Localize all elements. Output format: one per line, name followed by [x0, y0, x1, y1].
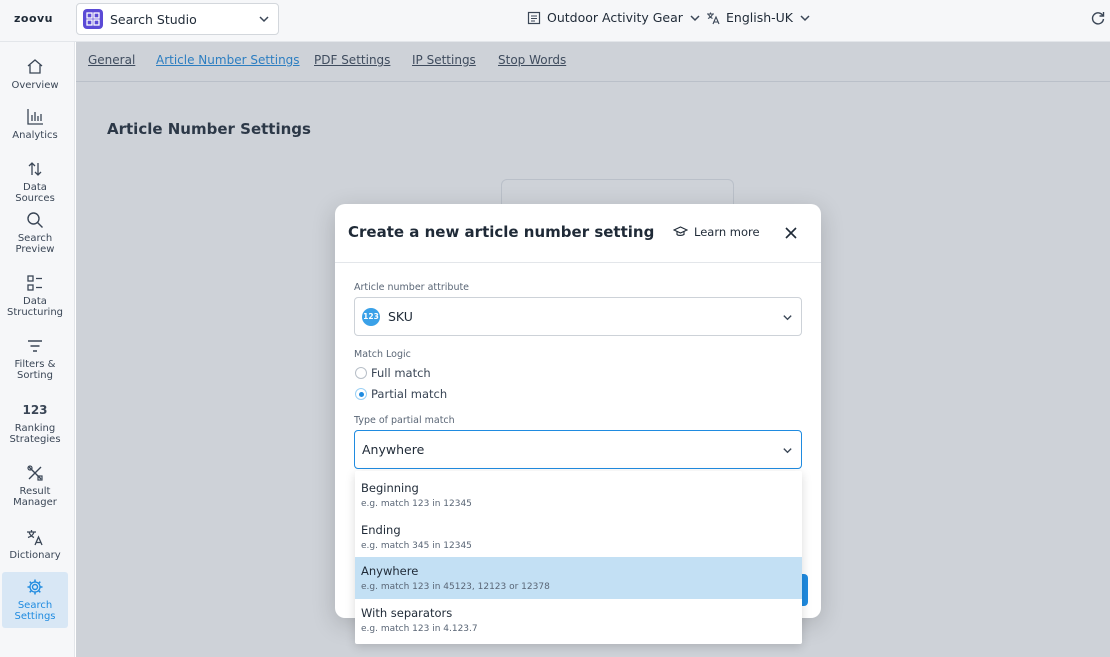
- attribute-value: SKU: [388, 309, 413, 324]
- sidebar-item-analytics[interactable]: Analytics: [2, 106, 68, 141]
- tools-icon: [27, 465, 43, 481]
- primary-button[interactable]: [802, 574, 808, 606]
- project-selector[interactable]: Outdoor Activity Gear: [527, 10, 701, 25]
- learn-more-link[interactable]: Learn more: [673, 225, 760, 239]
- chevron-down-icon: [783, 448, 792, 454]
- partial-type-value: Anywhere: [362, 442, 425, 457]
- option-title: With separators: [361, 606, 453, 620]
- graduation-cap-icon: [673, 226, 688, 236]
- language-name: English-UK: [726, 10, 793, 25]
- sidebar-item-label: Filters & Sorting: [14, 359, 56, 381]
- chevron-down-icon: [800, 14, 810, 21]
- app-selector[interactable]: Search Studio: [76, 3, 279, 35]
- sidebar-item-result-manager[interactable]: Result Manager: [2, 462, 68, 508]
- attribute-label: Article number attribute: [354, 282, 470, 293]
- sidebar-item-label: Analytics: [12, 130, 58, 141]
- sidebar-item-label: Search Preview: [15, 233, 55, 255]
- sidebar-item-label: Ranking Strategies: [9, 423, 61, 445]
- radio-label: Full match: [371, 366, 431, 380]
- option-ending[interactable]: Ending e.g. match 345 in 12345: [355, 516, 802, 558]
- partial-type-dropdown: Beginning e.g. match 123 in 12345 Ending…: [355, 471, 802, 644]
- home-icon: [27, 59, 43, 74]
- option-with-separators[interactable]: With separators e.g. match 123 in 4.123.…: [355, 599, 802, 641]
- option-example: e.g. match 123 in 4.123.7: [361, 624, 478, 634]
- partial-type-label: Type of partial match: [354, 415, 455, 426]
- sidebar-item-label: Data Sources: [15, 182, 55, 204]
- refresh-icon[interactable]: [1090, 10, 1106, 26]
- sidebar-item-data-structuring[interactable]: Data Structuring: [2, 272, 68, 318]
- option-example: e.g. match 123 in 45123, 12123 or 12378: [361, 582, 550, 592]
- option-example: e.g. match 345 in 12345: [361, 541, 472, 551]
- sidebar-item-label: Search Settings: [14, 600, 56, 622]
- option-title: Ending: [361, 523, 401, 537]
- sidebar-item-label: Overview: [11, 80, 59, 91]
- radio-button[interactable]: [355, 367, 367, 379]
- search-icon: [27, 212, 43, 228]
- number-attribute-badge: 123: [362, 307, 380, 326]
- sidebar-item-filters-sorting[interactable]: Filters & Sorting: [2, 335, 68, 381]
- ranking-icon: 123: [22, 402, 48, 417]
- structure-icon: [27, 275, 42, 291]
- sidebar-item-label: Dictionary: [9, 550, 61, 561]
- sidebar-item-search-settings[interactable]: Search Settings: [2, 572, 68, 628]
- gear-icon: [27, 579, 43, 595]
- option-title: Anywhere: [361, 564, 419, 578]
- app-grid-icon: [83, 9, 103, 29]
- sidebar-item-search-preview[interactable]: Search Preview: [2, 209, 68, 255]
- option-title: Beginning: [361, 481, 419, 495]
- top-bar: zoovu Search Studio Outdoor Activity Gea…: [0, 0, 1110, 42]
- chevron-down-icon: [783, 315, 792, 321]
- arrows-updown-icon: [28, 162, 42, 176]
- project-name: Outdoor Activity Gear: [547, 10, 683, 25]
- filter-icon: [28, 340, 42, 352]
- close-icon[interactable]: [784, 226, 798, 240]
- bar-chart-icon: [27, 109, 43, 125]
- radio-label: Partial match: [371, 387, 448, 401]
- partial-match-radio[interactable]: Partial match: [355, 387, 447, 401]
- option-beginning[interactable]: Beginning e.g. match 123 in 12345: [355, 474, 802, 516]
- modal-divider: [335, 262, 821, 263]
- translate-icon: [707, 12, 720, 24]
- sidebar-item-dictionary[interactable]: Dictionary: [2, 526, 68, 561]
- sidebar-item-label: Data Structuring: [6, 296, 64, 318]
- modal-title: Create a new article number setting: [348, 223, 655, 241]
- app-name: Search Studio: [110, 11, 197, 27]
- sidebar-item-data-sources[interactable]: Data Sources: [2, 158, 68, 204]
- option-anywhere[interactable]: Anywhere e.g. match 123 in 45123, 12123 …: [355, 557, 802, 599]
- chevron-down-icon: [259, 16, 269, 23]
- translate-icon: [27, 530, 43, 546]
- attribute-select[interactable]: 123 SKU: [354, 297, 802, 336]
- project-icon: [527, 11, 541, 24]
- learn-more-label: Learn more: [694, 225, 760, 239]
- zoovu-logo[interactable]: zoovu: [14, 12, 53, 25]
- sidebar-item-overview[interactable]: Overview: [2, 56, 68, 91]
- chevron-down-icon: [690, 14, 700, 21]
- partial-type-select[interactable]: Anywhere: [354, 430, 802, 469]
- sidebar-item-label: Result Manager: [13, 486, 57, 508]
- match-logic-label: Match Logic: [354, 349, 411, 360]
- full-match-radio[interactable]: Full match: [355, 366, 431, 380]
- option-example: e.g. match 123 in 12345: [361, 499, 472, 509]
- radio-button[interactable]: [355, 388, 367, 400]
- language-selector[interactable]: English-UK: [706, 10, 811, 25]
- sidebar-item-ranking-strategies[interactable]: 123 Ranking Strategies: [2, 399, 68, 446]
- sidebar: Overview Analytics Data Sources Search P…: [0, 42, 75, 657]
